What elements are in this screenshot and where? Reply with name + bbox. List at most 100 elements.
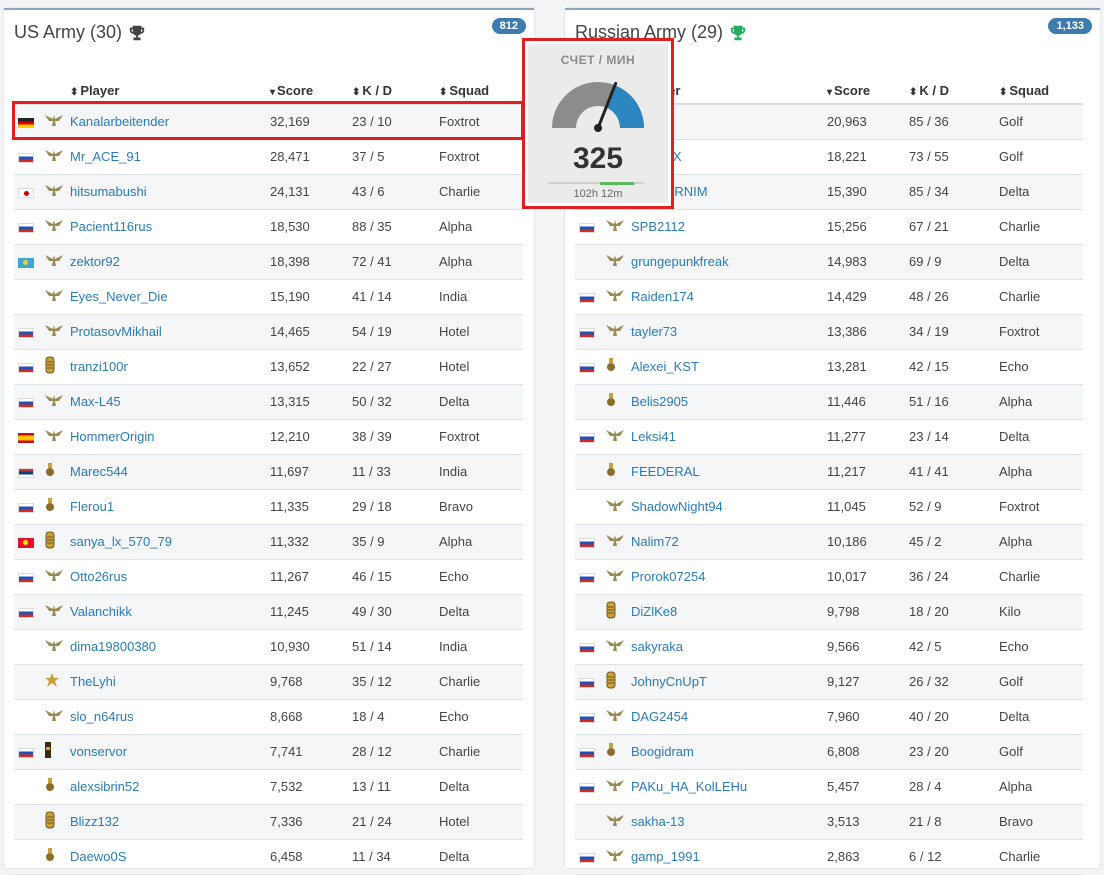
- player-name-link[interactable]: Marec544: [70, 464, 128, 479]
- player-name-link[interactable]: sanya_lx_570_79: [70, 534, 172, 549]
- player-name-link[interactable]: sakha-13: [631, 814, 684, 829]
- score-cell: 11,697: [270, 454, 352, 490]
- squad-cell: India: [439, 454, 523, 490]
- player-name-link[interactable]: ShadowNight94: [631, 499, 723, 514]
- player-name-link[interactable]: PAKu_HA_KolLEHu: [631, 779, 747, 794]
- flag-cell: [575, 454, 605, 490]
- player-name-link[interactable]: Alexei_KST: [631, 359, 699, 374]
- rank-eagle-icon: [605, 498, 625, 515]
- squad-cell: India: [439, 629, 523, 665]
- rank-cell: [605, 244, 631, 280]
- rank-cell: [44, 314, 70, 350]
- player-name-link[interactable]: Leksi41: [631, 429, 676, 444]
- flag-cell: [575, 664, 605, 700]
- player-column-header[interactable]: ⬍Player: [70, 78, 270, 105]
- player-name-link[interactable]: JohnyCnUpT: [631, 674, 707, 689]
- squad-column-header[interactable]: ⬍ Squad: [439, 78, 523, 105]
- player-name-link[interactable]: grungepunkfreak: [631, 254, 729, 269]
- kd-cell: 46 / 15: [352, 559, 439, 595]
- player-name-link[interactable]: Raiden174: [631, 289, 694, 304]
- player-name-link[interactable]: Prorok07254: [631, 569, 705, 584]
- player-name-link[interactable]: Mr_ACE_91: [70, 149, 141, 164]
- player-name-link[interactable]: Max-L45: [70, 394, 121, 409]
- player-name-link[interactable]: tayler73: [631, 324, 677, 339]
- player-name-link[interactable]: DAG2454: [631, 709, 688, 724]
- player-name-link[interactable]: hitsumabushi: [70, 184, 147, 199]
- table-row: Leksi41 11,277 23 / 14 Delta: [575, 419, 1083, 455]
- player-name-link[interactable]: Belis2905: [631, 394, 688, 409]
- squad-cell: Echo: [999, 629, 1083, 665]
- score-column-header[interactable]: ▾ Score: [827, 78, 909, 105]
- player-name-cell: Alexei_KST: [631, 349, 827, 385]
- squad-cell: Delta: [999, 419, 1083, 455]
- squad-cell: Alpha: [999, 454, 1083, 490]
- squad-column-header[interactable]: ⬍ Squad: [999, 78, 1083, 105]
- player-name-cell: dima19800380: [70, 629, 270, 665]
- player-name-link[interactable]: sakyraka: [631, 639, 683, 654]
- kd-cell: 43 / 6: [352, 174, 439, 210]
- rank-cell: [44, 104, 70, 140]
- player-name-cell: Blizz132: [70, 804, 270, 840]
- player-name-link[interactable]: dima19800380: [70, 639, 156, 654]
- rank-cell: [44, 139, 70, 175]
- table-row: Boogidram 6,808 23 / 20 Golf: [575, 734, 1083, 770]
- kd-column-header[interactable]: ⬍ K / D: [352, 78, 439, 105]
- flag-cell: [575, 384, 605, 420]
- player-name-cell: sakha-13: [631, 804, 827, 840]
- player-name-link[interactable]: Otto26rus: [70, 569, 127, 584]
- spm-progress-fill: [600, 182, 634, 185]
- gauge-hub: [594, 124, 602, 132]
- player-name-link[interactable]: FEEDERAL: [631, 464, 700, 479]
- player-name-link[interactable]: alexsibrin52: [70, 779, 139, 794]
- rank-cell: [44, 489, 70, 525]
- squad-cell: Echo: [439, 699, 523, 735]
- player-name-link[interactable]: Valanchikk: [70, 604, 132, 619]
- player-name-cell: Mr_ACE_91: [70, 139, 270, 175]
- flag-cell: [14, 699, 44, 735]
- rank-pin-icon: [605, 462, 617, 481]
- squad-cell: Alpha: [439, 244, 523, 280]
- us-army-title-text: US Army (30): [14, 22, 123, 42]
- player-name-link[interactable]: DiZlKe8: [631, 604, 677, 619]
- player-name-link[interactable]: TheLyhi: [70, 674, 116, 689]
- sort-icon: ⬍: [999, 87, 1008, 98]
- flag-cell: [575, 594, 605, 630]
- player-name-link[interactable]: Flerou1: [70, 499, 114, 514]
- kd-cell: 50 / 32: [352, 384, 439, 420]
- player-name-cell: JohnyCnUpT: [631, 664, 827, 700]
- flag-cell: [14, 384, 44, 420]
- player-name-link[interactable]: tranzi100r: [70, 359, 128, 374]
- kd-column-header[interactable]: ⬍ K / D: [909, 78, 999, 105]
- score-cell: 24,131: [270, 174, 352, 210]
- rank-cell: [605, 384, 631, 420]
- player-name-link[interactable]: SPB2112: [631, 219, 685, 234]
- squad-cell: Golf: [999, 664, 1083, 700]
- player-name-cell: hitsumabushi: [70, 174, 270, 210]
- score-cell: 13,315: [270, 384, 352, 420]
- player-name-cell: DiZlKe8: [631, 594, 827, 630]
- kd-cell: 23 / 20: [909, 734, 999, 770]
- squad-cell: Charlie: [999, 279, 1083, 315]
- score-cell: 10,186: [827, 524, 909, 560]
- score-cell: 9,127: [827, 664, 909, 700]
- player-name-link[interactable]: zektor92: [70, 254, 120, 269]
- player-name-link[interactable]: Eyes_Never_Die: [70, 289, 168, 304]
- country-flag-icon: [18, 152, 34, 163]
- player-name-link[interactable]: Blizz132: [70, 814, 119, 829]
- player-name-link[interactable]: Boogidram: [631, 744, 694, 759]
- player-name-link[interactable]: Pacient116rus: [70, 219, 152, 234]
- player-name-link[interactable]: vonservor: [70, 744, 127, 759]
- table-row: ProtasovMikhail 14,465 54 / 19 Hotel: [14, 314, 523, 350]
- score-cell: 15,190: [270, 279, 352, 315]
- player-name-link[interactable]: slo_n64rus: [70, 709, 134, 724]
- squad-cell: Foxtrot: [999, 314, 1083, 350]
- trophy-icon: [730, 25, 746, 40]
- player-name-link[interactable]: Kanalarbeitender: [70, 114, 169, 129]
- player-name-link[interactable]: ProtasovMikhail: [70, 324, 162, 339]
- score-column-header[interactable]: ▾ Score: [270, 78, 352, 105]
- player-name-link[interactable]: HommerOrigin: [70, 429, 155, 444]
- country-flag-icon: [579, 292, 595, 303]
- spm-progress-bar: [548, 182, 644, 185]
- player-name-link[interactable]: Nalim72: [631, 534, 679, 549]
- score-cell: 20,963: [827, 104, 909, 140]
